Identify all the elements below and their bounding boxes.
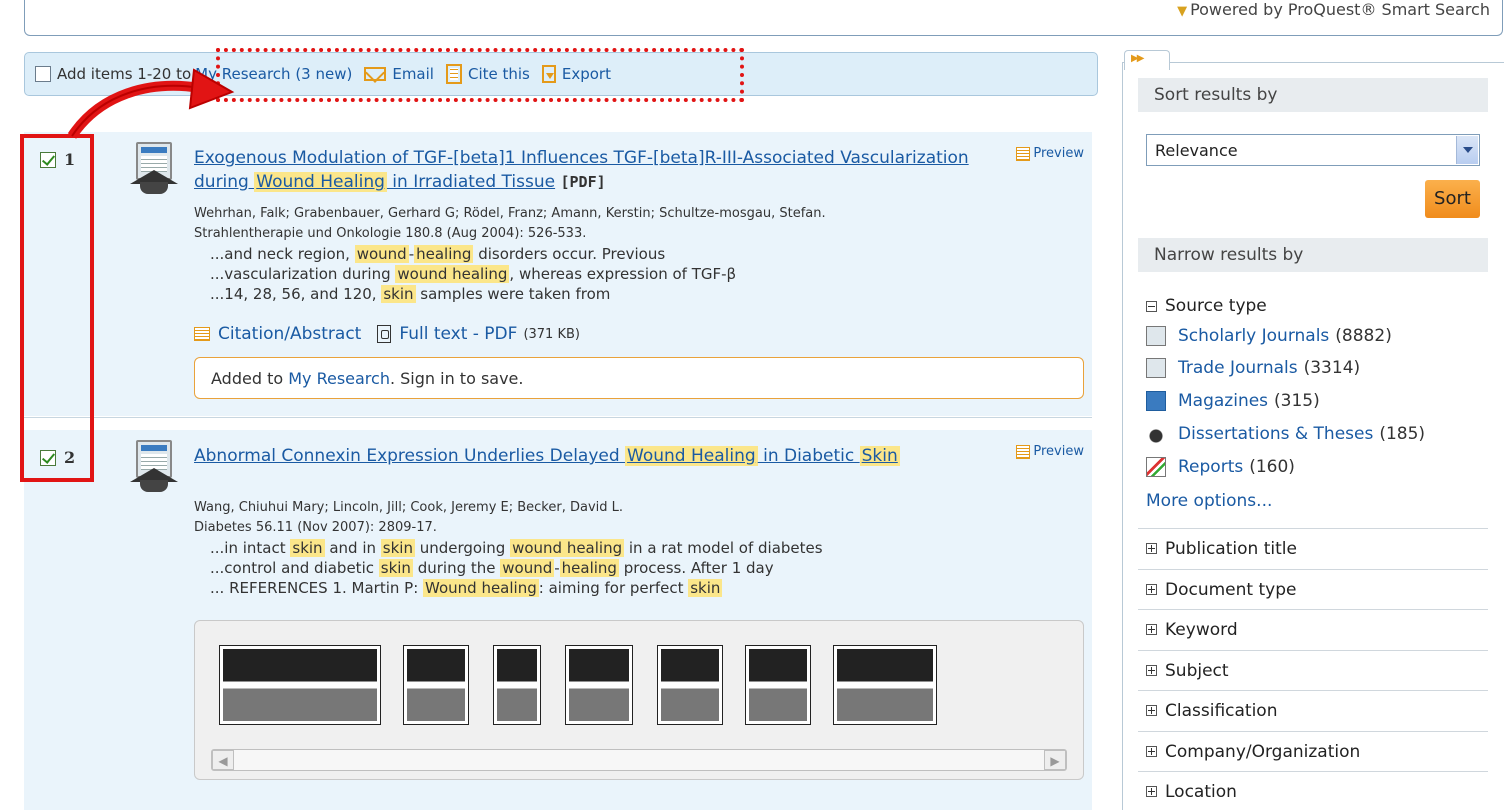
result-divider — [24, 417, 1092, 418]
result-title[interactable]: Abnormal Connexin Expression Underlies D… — [194, 444, 974, 468]
result-authors: Wehrhan, Falk; Grabenbauer, Gerhard G; R… — [194, 206, 826, 221]
facet-document-type[interactable]: Document type — [1138, 569, 1488, 609]
annotation-arrow-icon — [67, 68, 235, 139]
facet-location[interactable]: Location — [1138, 771, 1488, 810]
result-authors: Wang, Chiuhui Mary; Lincoln, Jill; Cook,… — [194, 500, 624, 515]
facet-publication-title[interactable]: Publication title — [1138, 528, 1488, 568]
expand-icon[interactable] — [1146, 665, 1157, 676]
result-item: 1 Preview Exogenous Modulation of TGF-[b… — [24, 132, 1092, 416]
page-thumbnail[interactable] — [833, 645, 937, 725]
result-snippet: ...vascularization during wound healing,… — [210, 265, 737, 283]
source-type-item[interactable]: Scholarly Journals (8882) — [1146, 326, 1392, 346]
sort-button[interactable]: Sort — [1425, 180, 1480, 218]
source-type-item[interactable]: Magazines (315) — [1146, 391, 1320, 411]
preview-icon — [1016, 146, 1031, 161]
result-links: Citation/Abstract Full text - PDF (371 K… — [194, 324, 580, 344]
expand-icon[interactable] — [1146, 543, 1157, 554]
expand-icon[interactable] — [1146, 584, 1157, 595]
smart-search-icon: ▼ — [1177, 4, 1188, 19]
preview-link[interactable]: Preview — [1016, 146, 1084, 161]
pdf-icon — [377, 325, 392, 343]
result-snippet: ...14, 28, 56, and 120, skin samples wer… — [210, 285, 611, 303]
scroll-left-icon[interactable]: ◀ — [212, 750, 234, 770]
result-source: Diabetes 56.11 (Nov 2007): 2809-17. — [194, 520, 437, 535]
powered-by-label: ▼ Powered by ProQuest® Smart Search — [1177, 0, 1490, 19]
expand-icon[interactable] — [1146, 746, 1157, 757]
page-thumbnail[interactable] — [565, 645, 633, 725]
result-item: 2 Preview Abnormal Connexin Expression U… — [24, 430, 1092, 810]
trade-journal-icon — [1146, 358, 1166, 378]
source-type-item[interactable]: Trade Journals (3314) — [1146, 358, 1360, 378]
result-snippet: ...control and diabetic skin during the … — [210, 559, 774, 577]
source-type-facet[interactable]: Source type — [1146, 296, 1267, 316]
source-type-item[interactable]: Reports (160) — [1146, 457, 1295, 477]
result-snippet: ...and neck region, wound - healing disord… — [210, 245, 666, 263]
report-icon — [1146, 457, 1166, 477]
facet-keyword[interactable]: Keyword — [1138, 609, 1488, 649]
expand-icon[interactable] — [1146, 705, 1157, 716]
preview-icon — [1016, 444, 1031, 459]
preview-link[interactable]: Preview — [1016, 444, 1084, 459]
result-snippet: ... REFERENCES 1. Martin P: Wound healin… — [210, 579, 723, 597]
scholarly-journal-icon — [130, 142, 178, 194]
narrow-header: Narrow results by — [1138, 238, 1488, 272]
scroll-right-icon[interactable]: ▶ — [1044, 750, 1066, 770]
file-size: (371 KB) — [523, 326, 580, 342]
page-thumbnail[interactable] — [745, 645, 811, 725]
page-thumbnail[interactable] — [493, 645, 541, 725]
result-snippet: ...in intact skin and in skin undergoing… — [210, 539, 823, 557]
full-text-pdf-link[interactable]: Full text - PDF — [399, 324, 517, 344]
chevron-down-icon[interactable] — [1456, 136, 1478, 164]
expand-icon[interactable] — [1146, 786, 1157, 797]
page-thumbnail[interactable] — [403, 645, 469, 725]
collapse-icon[interactable] — [1146, 300, 1157, 312]
scholarly-journal-icon — [1146, 326, 1166, 346]
thumbnail-scrollbar[interactable]: ◀ ▶ — [211, 749, 1067, 771]
expand-icon[interactable] — [1146, 624, 1157, 635]
select-all-checkbox[interactable] — [35, 66, 51, 82]
search-header-box: ▼ Powered by ProQuest® Smart Search — [24, 0, 1503, 36]
annotation-dotted-box — [216, 48, 744, 102]
more-options-link[interactable]: More options... — [1146, 491, 1272, 511]
citation-icon — [194, 327, 210, 341]
added-notice: Added to My Research. Sign in to save. — [194, 357, 1084, 399]
result-source: Strahlentherapie und Onkologie 180.8 (Au… — [194, 226, 587, 241]
citation-abstract-link[interactable]: Citation/Abstract — [218, 324, 361, 344]
facet-subject[interactable]: Subject — [1138, 650, 1488, 690]
dissertation-icon — [1146, 424, 1166, 444]
source-type-item[interactable]: Dissertations & Theses (185) — [1146, 424, 1425, 444]
collapse-sidebar-icon[interactable]: ▶▶ — [1124, 50, 1170, 70]
sort-header: Sort results by — [1138, 78, 1488, 112]
result-title[interactable]: Exogenous Modulation of TGF-[beta]1 Infl… — [194, 146, 974, 194]
scholarly-journal-icon — [130, 440, 178, 492]
pdf-tag: [PDF] — [560, 173, 606, 191]
sort-select[interactable]: Relevance — [1146, 134, 1480, 166]
facet-classification[interactable]: Classification — [1138, 690, 1488, 730]
magazine-icon — [1146, 391, 1166, 411]
page-thumbnails-strip: ◀ ▶ — [194, 620, 1084, 780]
facet-company-organization[interactable]: Company/Organization — [1138, 731, 1488, 771]
page-thumbnail[interactable] — [657, 645, 723, 725]
my-research-notice-link[interactable]: My Research — [288, 369, 390, 388]
page-thumbnail[interactable] — [219, 645, 381, 725]
annotation-red-box — [20, 134, 94, 482]
